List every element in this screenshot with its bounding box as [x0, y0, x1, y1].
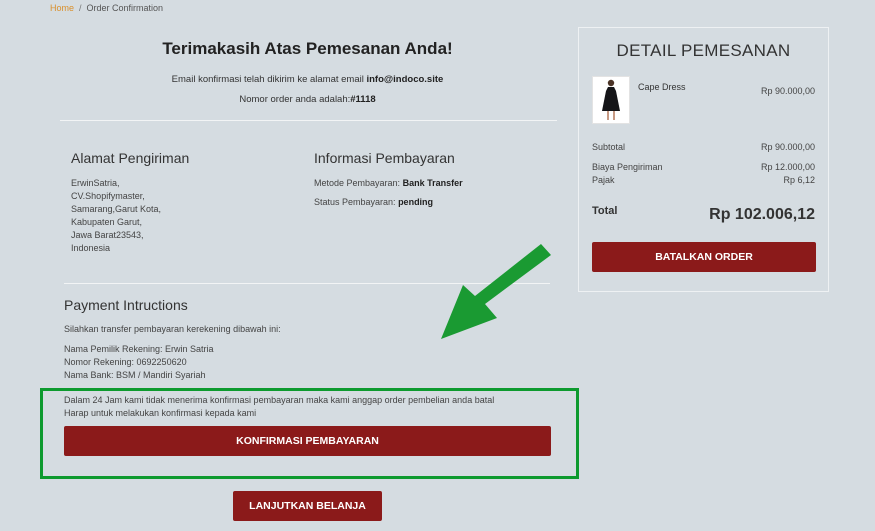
payment-status-label: Status Pembayaran:	[314, 197, 396, 207]
subtotal-value: Rp 90.000,00	[760, 142, 815, 152]
bank-name: Nama Bank: BSM / Mandiri Syariah	[64, 370, 206, 380]
instructions-intro: Silahkan transfer pembayaran kerekening …	[64, 324, 281, 334]
payment-status: Status Pembayaran: pending	[314, 196, 433, 209]
payment-method: Metode Pembayaran: Bank Transfer	[314, 177, 463, 190]
payment-method-value: Bank Transfer	[402, 178, 463, 188]
shipping-heading: Alamat Pengiriman	[71, 150, 190, 166]
payment-info-heading: Informasi Pembayaran	[314, 150, 455, 166]
payment-method-label: Metode Pembayaran:	[314, 178, 401, 188]
bank-details: Nama Pemilik Rekening: Erwin Satria Nomo…	[64, 343, 214, 382]
address-line: Kabupaten Garut,	[71, 217, 143, 227]
address-line: ErwinSatria,	[71, 178, 120, 188]
product-name: Cape Dress	[638, 82, 686, 92]
breadcrumb-home-link[interactable]: Home	[50, 3, 74, 13]
order-number-text: Nomor order anda adalah:#1118	[60, 94, 555, 105]
address-line: Indonesia	[71, 243, 111, 253]
continue-shopping-button[interactable]: LANJUTKAN BELANJA	[233, 491, 382, 521]
subtotal-label: Subtotal	[592, 142, 626, 152]
page-title: Terimakasih Atas Pemesanan Anda!	[162, 39, 453, 58]
breadcrumb-separator: /	[79, 3, 82, 13]
payment-status-value: pending	[398, 197, 434, 207]
address-line: Jawa Barat23543,	[71, 230, 144, 240]
dress-icon	[602, 79, 620, 120]
account-name: Nama Pemilik Rekening: Erwin Satria	[64, 344, 214, 354]
instructions-heading: Payment Intructions	[64, 297, 188, 313]
tax-value: Rp 6,12	[783, 175, 815, 185]
arrow-icon	[441, 244, 551, 339]
total-value: Rp 102.006,12	[709, 206, 815, 223]
confirm-payment-button[interactable]: KONFIRMASI PEMBAYARAN	[64, 426, 551, 456]
shipping-address: ErwinSatria, CV.Shopifymaster, Samarang,…	[71, 177, 161, 255]
breadcrumb-current: Order Confirmation	[86, 3, 164, 13]
warning-line: Dalam 24 Jam kami tidak menerima konfirm…	[64, 395, 495, 405]
order-prefix: Nomor order anda adalah:	[239, 94, 351, 105]
email-address: info@indoco.site	[366, 74, 444, 85]
account-number: Nomor Rekening: 0692250620	[64, 357, 187, 367]
total-label: Total	[592, 205, 618, 217]
address-line: Samarang,Garut Kota,	[71, 204, 162, 214]
order-number: #1118	[350, 94, 376, 105]
email-prefix: Email konfirmasi telah dikirim ke alamat…	[171, 74, 367, 85]
divider	[60, 120, 557, 121]
order-detail-title: DETAIL PEMESANAN	[616, 41, 791, 60]
shipping-cost-label: Biaya Pengiriman	[592, 162, 663, 172]
payment-warning: Dalam 24 Jam kami tidak menerima konfirm…	[64, 394, 494, 420]
order-detail-panel: DETAIL PEMESANAN Cape Dress Rp 90.000,00…	[578, 27, 829, 292]
shipping-cost-value: Rp 12.000,00	[760, 162, 815, 172]
address-line: CV.Shopifymaster,	[71, 191, 145, 201]
cancel-order-button[interactable]: BATALKAN ORDER	[592, 242, 816, 272]
product-thumbnail	[592, 76, 630, 124]
breadcrumb: Home / Order Confirmation	[50, 3, 163, 13]
email-confirmation-text: Email konfirmasi telah dikirim ke alamat…	[60, 74, 555, 85]
product-price: Rp 90.000,00	[760, 86, 815, 96]
warning-line: Harap untuk melakukan konfirmasi kepada …	[64, 408, 257, 418]
tax-label: Pajak	[592, 175, 615, 185]
